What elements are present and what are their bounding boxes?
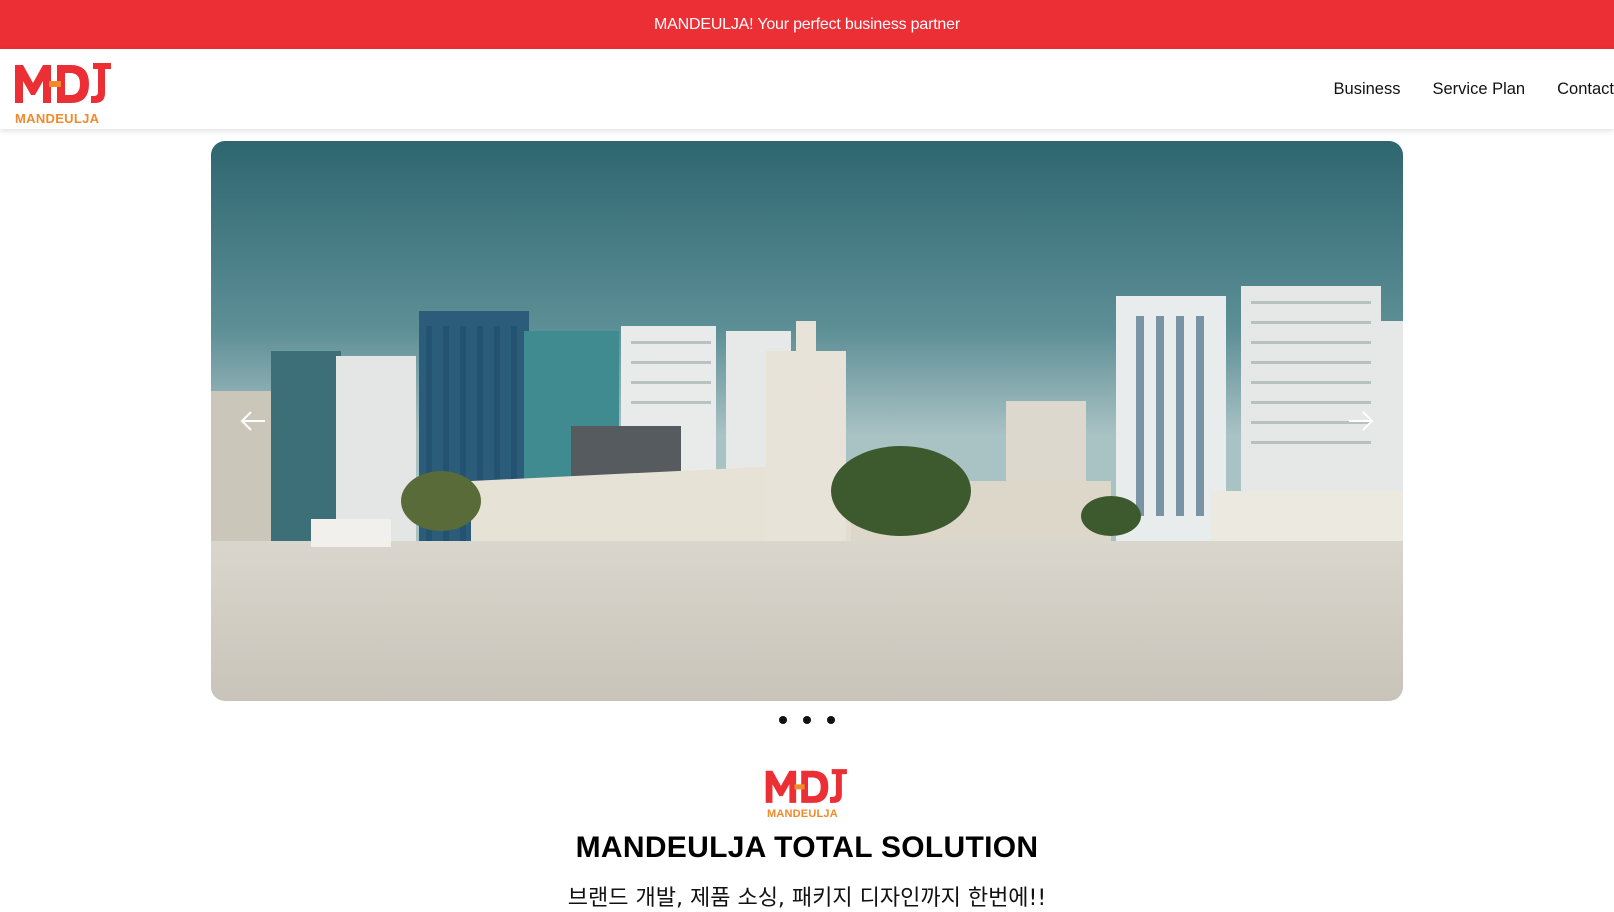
carousel-dot-3[interactable] bbox=[827, 716, 835, 724]
announcement-text: MANDEULJA! Your perfect business partner bbox=[654, 15, 960, 33]
intro-logo-wordmark: MANDEULJA bbox=[767, 808, 838, 820]
main-nav: Business Service Plan Contact bbox=[1302, 49, 1614, 129]
carousel-prev-button[interactable] bbox=[233, 401, 273, 441]
carousel-dot-2[interactable] bbox=[803, 716, 811, 724]
announcement-bar: MANDEULJA! Your perfect business partner bbox=[0, 0, 1614, 49]
carousel-dot-1[interactable] bbox=[779, 716, 787, 724]
carousel-pagination bbox=[0, 716, 1614, 724]
nav-business[interactable]: Business bbox=[1334, 80, 1401, 99]
nav-service-plan[interactable]: Service Plan bbox=[1432, 80, 1525, 99]
site-logo[interactable]: MANDEULJA bbox=[13, 57, 117, 126]
arrow-left-icon bbox=[240, 411, 265, 431]
carousel-next-button[interactable] bbox=[1341, 401, 1381, 441]
mdj-logo-icon bbox=[765, 769, 847, 803]
hero-carousel[interactable] bbox=[211, 141, 1403, 701]
section-title: MANDEULJA TOTAL SOLUTION bbox=[575, 831, 1039, 864]
intro-logo: MANDEULJA bbox=[763, 764, 853, 822]
nav-contact[interactable]: Contact bbox=[1557, 80, 1614, 99]
section-subtitle: 브랜드 개발, 제품 소싱, 패키지 디자인까지 한번에!! bbox=[567, 886, 1047, 911]
hero-city-image bbox=[211, 141, 1403, 701]
mdj-logo-icon bbox=[15, 63, 111, 103]
arrow-right-icon bbox=[1349, 411, 1374, 431]
logo-wordmark: MANDEULJA bbox=[15, 111, 100, 126]
site-header: MANDEULJA Business Service Plan Contact bbox=[0, 49, 1614, 129]
